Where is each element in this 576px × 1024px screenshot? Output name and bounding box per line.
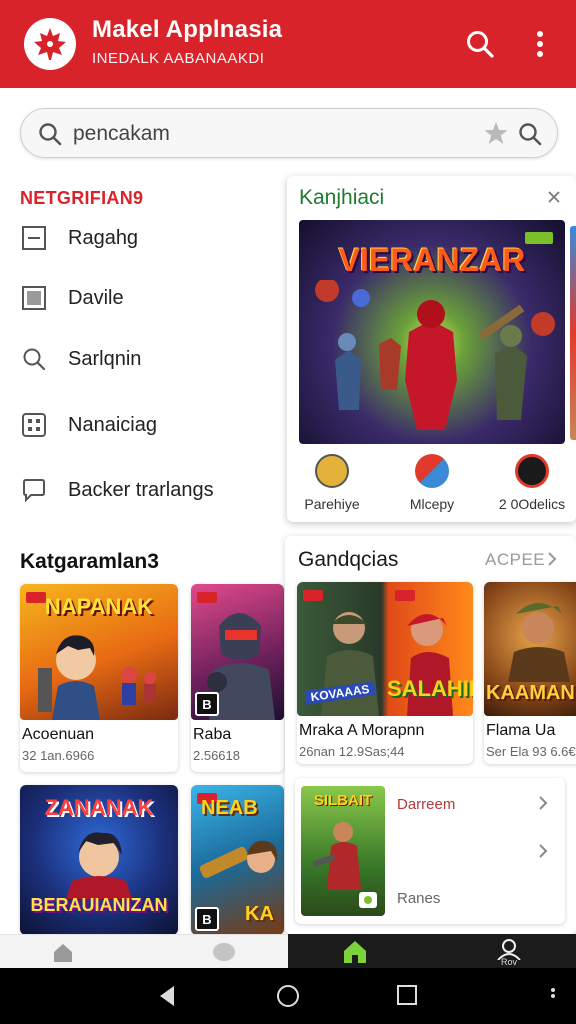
back-icon[interactable] bbox=[156, 984, 178, 1008]
thumbnail-art-subtitle: KA bbox=[245, 903, 274, 925]
compass-icon bbox=[315, 454, 349, 488]
more-vert-icon bbox=[537, 31, 543, 57]
featured-panel: Kanjhiaci VIERANZAR Parehiye Mlcepy 2 0O… bbox=[287, 176, 576, 522]
games-panel-title: Gandqcias bbox=[298, 548, 399, 571]
promo-card[interactable]: SILBAIT Darreem Ranes bbox=[295, 778, 565, 924]
app-screen: Makel Applnasia INEDALK AABANAAKDI penca… bbox=[0, 0, 576, 1024]
drawer-item-label: Davile bbox=[68, 286, 124, 309]
drawer-item-label: Ragahg bbox=[68, 226, 139, 249]
game-card-acoenuan[interactable]: NAPANAK Acoenuan 32 1an.6966 bbox=[20, 584, 178, 772]
category-parehiye[interactable]: Parehiye bbox=[287, 454, 377, 512]
bottom-nav-left bbox=[0, 934, 288, 968]
drawer-item-sarlqnin[interactable]: Sarlqnin bbox=[20, 337, 280, 381]
home-icon[interactable] bbox=[52, 941, 74, 963]
grid-icon bbox=[20, 411, 48, 439]
thumbnail-art-title: ZANANAK bbox=[44, 795, 154, 820]
card-subtitle: 32 1an.6966 bbox=[22, 748, 95, 763]
search-button[interactable] bbox=[462, 26, 498, 62]
circle-nav-icon[interactable] bbox=[212, 941, 236, 963]
home-icon[interactable] bbox=[342, 938, 368, 964]
crossed-circle-icon bbox=[515, 454, 549, 488]
game-card-raba[interactable]: B Raba 2.56618 bbox=[191, 584, 284, 772]
thumbnail-art-title: NEAB bbox=[201, 797, 258, 819]
game-thumbnail: KAAMAN bbox=[484, 582, 576, 716]
game-card-mraka[interactable]: KOVAAAS SALAHIK Mraka A Morapnn 26nan 12… bbox=[297, 582, 473, 764]
close-icon[interactable] bbox=[547, 190, 561, 204]
drawer-item-label: Sarlqnin bbox=[68, 347, 142, 370]
featured-banner[interactable]: VIERANZAR bbox=[299, 220, 565, 444]
square-minus-icon bbox=[20, 224, 48, 252]
search-input[interactable] bbox=[73, 117, 453, 151]
promo-art-title: SILBAIT bbox=[313, 792, 373, 809]
promo-footer-label: Ranes bbox=[397, 890, 441, 907]
maple-leaf-icon bbox=[34, 28, 66, 60]
drawer-item-nanaiciag[interactable]: Nanaiciag bbox=[20, 403, 280, 447]
game-card-neab[interactable]: NEAB KA B bbox=[191, 785, 284, 935]
chevron-right-icon[interactable] bbox=[545, 550, 559, 568]
chat-bubble-icon bbox=[20, 476, 48, 504]
drawer-section-label: NETGRIFIAN9 bbox=[20, 188, 144, 208]
category-2-0odelics[interactable]: 2 0Odelics bbox=[487, 454, 576, 512]
more-vert-icon[interactable] bbox=[550, 986, 556, 1006]
square-filled-icon bbox=[20, 284, 48, 312]
overflow-menu-button[interactable] bbox=[522, 26, 558, 62]
peek-card-edge bbox=[570, 226, 576, 440]
app-subtitle: INEDALK AABANAAKDI bbox=[92, 50, 265, 67]
star-icon[interactable] bbox=[483, 120, 509, 151]
promo-link[interactable]: Darreem bbox=[397, 796, 455, 813]
platform-badge-icon: B bbox=[195, 692, 219, 716]
app-logo[interactable] bbox=[24, 18, 76, 70]
promo-thumbnail: SILBAIT bbox=[301, 786, 385, 916]
section-title: Katgaramlan3 bbox=[20, 550, 159, 573]
drawer-item-backer-trarlangs[interactable]: Backer trarlangs bbox=[20, 468, 280, 512]
home-circle-icon[interactable] bbox=[276, 984, 300, 1008]
system-nav-bar bbox=[0, 968, 576, 1024]
category-label: Mlcepy bbox=[409, 496, 455, 512]
search-submit-icon[interactable] bbox=[517, 121, 543, 152]
game-thumbnail: KOVAAAS SALAHIK bbox=[297, 582, 473, 716]
card-title: Flama Ua bbox=[486, 722, 556, 739]
game-thumbnail: NEAB KA B bbox=[191, 785, 284, 935]
app-title: Makel Applnasia bbox=[92, 16, 283, 43]
card-title: Mraka A Morapnn bbox=[299, 722, 425, 739]
card-subtitle: 2.56618 bbox=[193, 748, 240, 763]
game-thumbnail: ZANANAK BERAUIANIZAN bbox=[20, 785, 178, 935]
drawer-item-label: Backer trarlangs bbox=[68, 478, 214, 501]
card-subtitle: 26nan 12.9Sas;44 bbox=[299, 744, 405, 759]
bottom-nav-right: Rov bbox=[288, 934, 576, 968]
search-icon bbox=[467, 31, 494, 58]
app-bar: Makel Applnasia INEDALK AABANAAKDI bbox=[0, 0, 576, 88]
game-thumbnail: B bbox=[191, 584, 284, 720]
drawer-item-davile[interactable]: Davile bbox=[20, 276, 280, 320]
category-label: Parehiye bbox=[304, 496, 360, 512]
thumbnail-art-title: KAAMAN bbox=[486, 682, 575, 704]
category-mlcepy[interactable]: Mlcepy bbox=[387, 454, 477, 512]
thumbnail-art-title: SALAHIK bbox=[387, 676, 473, 701]
flag-icon bbox=[415, 454, 449, 488]
search-bar bbox=[20, 108, 558, 158]
drawer-item-ragahg[interactable]: Ragahg bbox=[20, 216, 280, 260]
thumbnail-art-title: NAPANAK bbox=[44, 594, 154, 619]
drawer-item-label: Nanaiciag bbox=[68, 413, 157, 436]
chevron-right-icon[interactable] bbox=[537, 794, 549, 812]
card-subtitle: Ser Ela 93 6.6€ bbox=[486, 744, 576, 759]
search-icon bbox=[37, 121, 63, 152]
card-title: Acoenuan bbox=[22, 726, 95, 743]
platform-badge-icon: B bbox=[195, 907, 219, 931]
game-card-flama[interactable]: KAAMAN Flama Ua Ser Ela 93 6.6€ bbox=[484, 582, 576, 764]
see-more-link[interactable]: ACPEE bbox=[485, 550, 545, 570]
game-card-zananak[interactable]: ZANANAK BERAUIANIZAN bbox=[20, 785, 178, 935]
card-title: Raba bbox=[193, 726, 232, 743]
featured-panel-title: Kanjhiaci bbox=[299, 186, 385, 209]
chevron-right-icon[interactable] bbox=[537, 842, 549, 860]
banner-title: VIERANZAR bbox=[338, 242, 526, 278]
category-label: 2 0Odelics bbox=[498, 496, 566, 512]
game-thumbnail: NAPANAK bbox=[20, 584, 178, 720]
search-icon bbox=[20, 345, 48, 373]
profile-label: Rov bbox=[500, 957, 517, 967]
games-panel: Gandqcias ACPEE KOVAAAS SALAHIK Mra bbox=[285, 536, 576, 934]
recents-icon[interactable] bbox=[396, 984, 418, 1006]
thumbnail-art-subtitle: BERAUIANIZAN bbox=[30, 895, 168, 915]
